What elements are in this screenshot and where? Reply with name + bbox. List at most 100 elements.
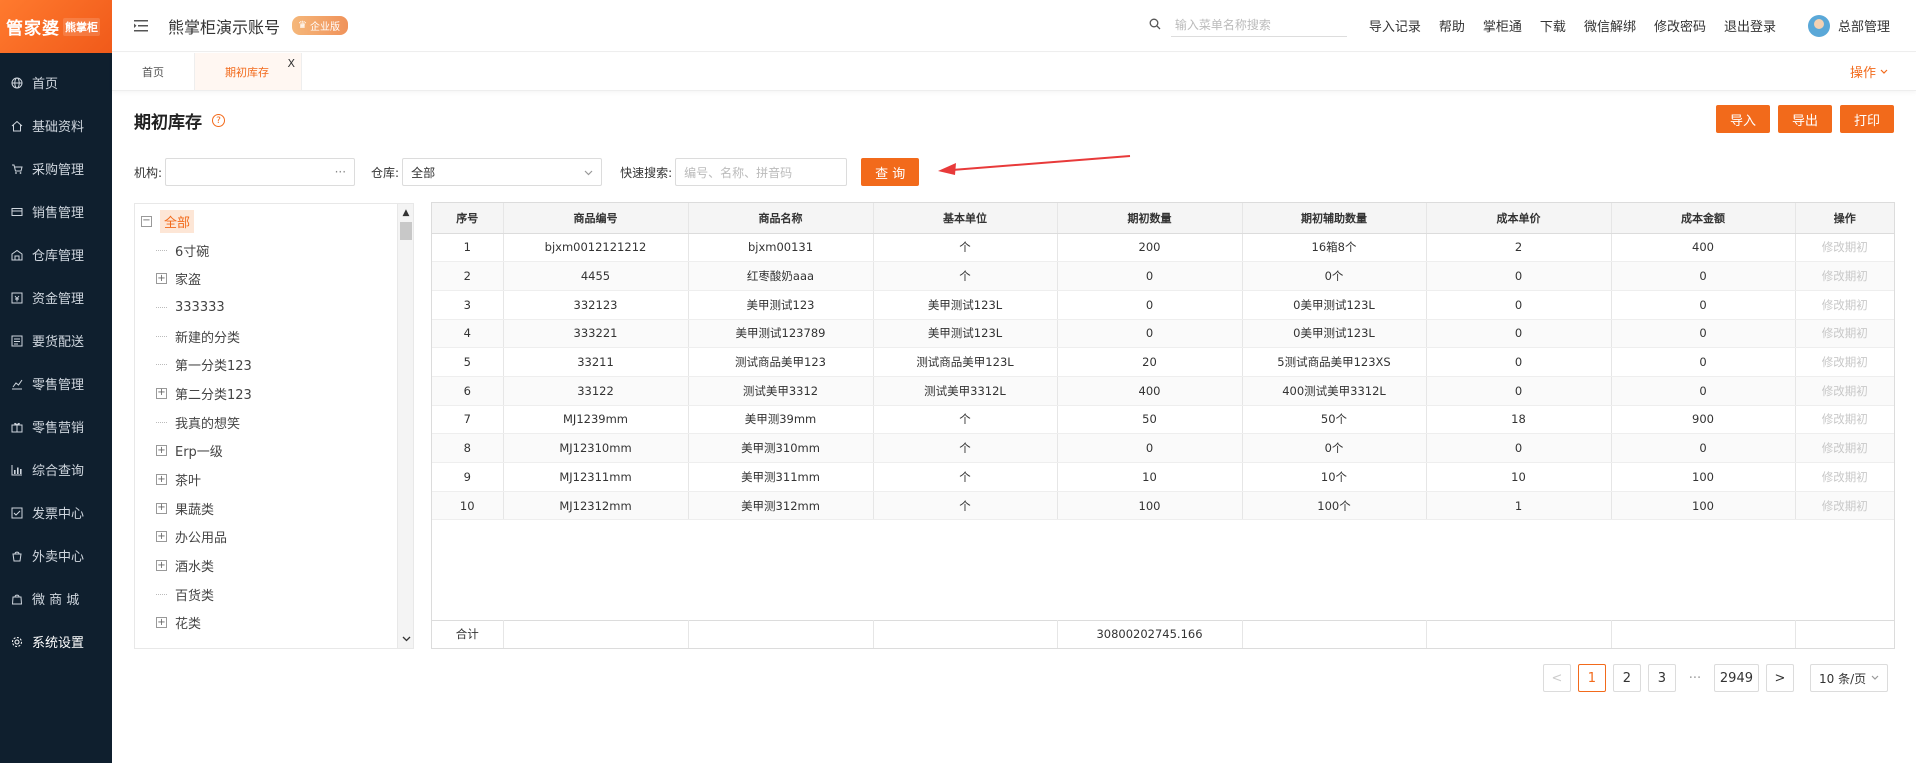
tab-operations-dropdown[interactable]: 操作 [1850, 53, 1888, 90]
search-icon[interactable] [1149, 18, 1161, 33]
tree-node-label[interactable]: 全部 [160, 209, 195, 233]
next-page-button[interactable]: > [1766, 664, 1794, 692]
column-header[interactable]: 成本金额 [1611, 203, 1796, 234]
change-password-link[interactable]: 修改密码 [1654, 16, 1706, 35]
tree-scrollbar[interactable]: ▲ [397, 204, 413, 648]
tree-node[interactable]: + 家盗 [135, 264, 395, 293]
menu-search-input[interactable] [1170, 14, 1347, 37]
user-menu[interactable]: 总部管理 [1807, 14, 1890, 37]
column-header[interactable]: 期初数量 [1057, 203, 1243, 234]
close-icon[interactable]: X [287, 57, 295, 70]
column-header[interactable]: 期初辅助数量 [1242, 203, 1427, 234]
scroll-up-icon[interactable]: ▲ [398, 206, 413, 220]
expand-icon[interactable]: + [156, 387, 167, 399]
tree-node[interactable]: + 果蔬类 [135, 494, 395, 523]
prev-page-button[interactable]: < [1542, 664, 1571, 692]
sidebar-item-delivery[interactable]: 要货配送 [0, 319, 112, 362]
table-row[interactable]: 8 MJ12310mm 美甲测310mm 个 0 0个 0 0 修改期初 [432, 433, 1894, 463]
sidebar-item-gear[interactable]: 系统设置 [0, 620, 112, 663]
edit-opening-link[interactable]: 修改期初 [1795, 290, 1894, 320]
tree-node-label[interactable]: 新建的分类 [175, 327, 240, 346]
quick-search-input[interactable]: 编号、名称、拼音码 [675, 158, 848, 186]
table-row[interactable]: 2 4455 红枣酸奶aaa 个 0 0个 0 0 修改期初 [432, 261, 1894, 291]
edit-opening-link[interactable]: 修改期初 [1795, 433, 1894, 463]
edit-opening-link[interactable]: 修改期初 [1795, 347, 1894, 377]
page-2-button[interactable]: 2 [1612, 664, 1641, 692]
column-header[interactable]: 基本单位 [873, 203, 1058, 234]
expand-icon[interactable]: + [156, 560, 167, 572]
tree-node-label[interactable]: 家盗 [175, 269, 201, 288]
edit-opening-link[interactable]: 修改期初 [1795, 491, 1894, 521]
sidebar-item-warehouse[interactable]: 仓库管理 [0, 233, 112, 276]
tree-node-label[interactable]: 333333 [175, 300, 225, 315]
sidebar-item-home[interactable]: 基础资料 [0, 104, 112, 147]
collapse-icon[interactable]: − [141, 215, 152, 227]
edit-opening-link[interactable]: 修改期初 [1795, 462, 1894, 492]
tree-node-label[interactable]: 第二分类123 [175, 384, 252, 403]
column-header[interactable]: 商品编号 [503, 203, 689, 234]
tree-node[interactable]: 6寸碗 [135, 236, 395, 265]
tree-node[interactable]: + 办公用品 [135, 523, 395, 552]
print-button[interactable]: 打印 [1839, 105, 1894, 133]
scroll-thumb[interactable] [400, 222, 412, 240]
tree-node-label[interactable]: Erp一级 [175, 441, 223, 460]
tree-node[interactable]: + 第二分类123 [135, 379, 395, 408]
table-row[interactable]: 3 332123 美甲测试123 美甲测试123L 0 0美甲测试123L 0 0 修改期初 [432, 290, 1894, 320]
expand-icon[interactable]: + [156, 273, 167, 285]
export-button[interactable]: 导出 [1777, 105, 1832, 133]
sidebar-item-card[interactable]: 销售管理 [0, 190, 112, 233]
tree-node-label[interactable]: 办公用品 [175, 527, 227, 546]
scroll-down-icon[interactable] [398, 632, 413, 646]
page-size-select[interactable]: 10 条/页 [1810, 664, 1888, 692]
tab-home[interactable]: 首页 [112, 53, 195, 90]
sidebar-item-cart[interactable]: 采购管理 [0, 147, 112, 190]
last-page-button[interactable]: 2949 [1713, 664, 1759, 692]
tree-node[interactable]: + 花类 [135, 609, 395, 638]
page-3-button[interactable]: 3 [1647, 664, 1676, 692]
column-header[interactable]: 成本单价 [1426, 203, 1612, 234]
expand-icon[interactable]: + [156, 617, 167, 629]
tree-node[interactable]: + Erp一级 [135, 437, 395, 466]
tree-node-label[interactable]: 我真的想笑 [175, 413, 240, 432]
tree-node[interactable]: + 酒水类 [135, 551, 395, 580]
org-selector[interactable]: ··· [165, 158, 356, 186]
edit-opening-link[interactable]: 修改期初 [1795, 261, 1894, 291]
tree-node[interactable]: 333333 [135, 293, 395, 322]
table-row[interactable]: 1 bjxm0012121212 bjxm00131 个 200 16箱8个 2 400 修改期… [432, 233, 1894, 263]
edit-opening-link[interactable]: 修改期初 [1795, 376, 1894, 406]
expand-icon[interactable]: + [156, 474, 167, 486]
edit-opening-link[interactable]: 修改期初 [1795, 233, 1894, 263]
import-records-link[interactable]: 导入记录 [1369, 16, 1421, 35]
sidebar-item-invoice[interactable]: 发票中心 [0, 491, 112, 534]
column-header[interactable]: 商品名称 [688, 203, 874, 234]
logo[interactable]: 管家婆 熊掌柜 [0, 0, 112, 53]
wechat-unbind-link[interactable]: 微信解绑 [1584, 16, 1636, 35]
tree-node-label[interactable]: 第一分类123 [175, 355, 252, 374]
table-row[interactable]: 9 MJ12311mm 美甲测311mm 个 10 10个 10 100 修改期初 [432, 462, 1894, 492]
zhanggui-link[interactable]: 掌柜通 [1483, 16, 1522, 35]
tree-node[interactable]: + 茶叶 [135, 465, 395, 494]
expand-icon[interactable]: + [156, 445, 167, 457]
column-header[interactable]: 序号 [432, 203, 504, 234]
tree-node-label[interactable]: 果蔬类 [175, 499, 214, 518]
edit-opening-link[interactable]: 修改期初 [1795, 319, 1894, 349]
tree-node-label[interactable]: 花类 [175, 613, 201, 632]
warehouse-select[interactable]: 全部 [402, 158, 603, 186]
more-icon[interactable]: ··· [335, 165, 346, 179]
help-icon[interactable]: ? [212, 114, 225, 127]
sidebar-item-chart[interactable]: 零售管理 [0, 362, 112, 405]
logout-link[interactable]: 退出登录 [1724, 16, 1776, 35]
page-1-button[interactable]: 1 [1577, 664, 1606, 692]
expand-icon[interactable]: + [156, 502, 167, 514]
tree-node-label[interactable]: 6寸碗 [175, 241, 209, 260]
tab-opening-stock[interactable]: 期初库存 X [195, 53, 302, 90]
menu-toggle-icon[interactable] [134, 18, 150, 34]
sidebar-item-shop[interactable]: 微 商 城 [0, 577, 112, 620]
import-button[interactable]: 导入 [1715, 105, 1770, 133]
column-header[interactable]: 操作 [1795, 203, 1894, 234]
tree-node[interactable]: 第一分类123 [135, 350, 395, 379]
expand-icon[interactable]: + [156, 531, 167, 543]
tree-node-label[interactable]: 茶叶 [175, 470, 201, 489]
sidebar-item-takeout[interactable]: 外卖中心 [0, 534, 112, 577]
tree-node[interactable]: 新建的分类 [135, 322, 395, 351]
